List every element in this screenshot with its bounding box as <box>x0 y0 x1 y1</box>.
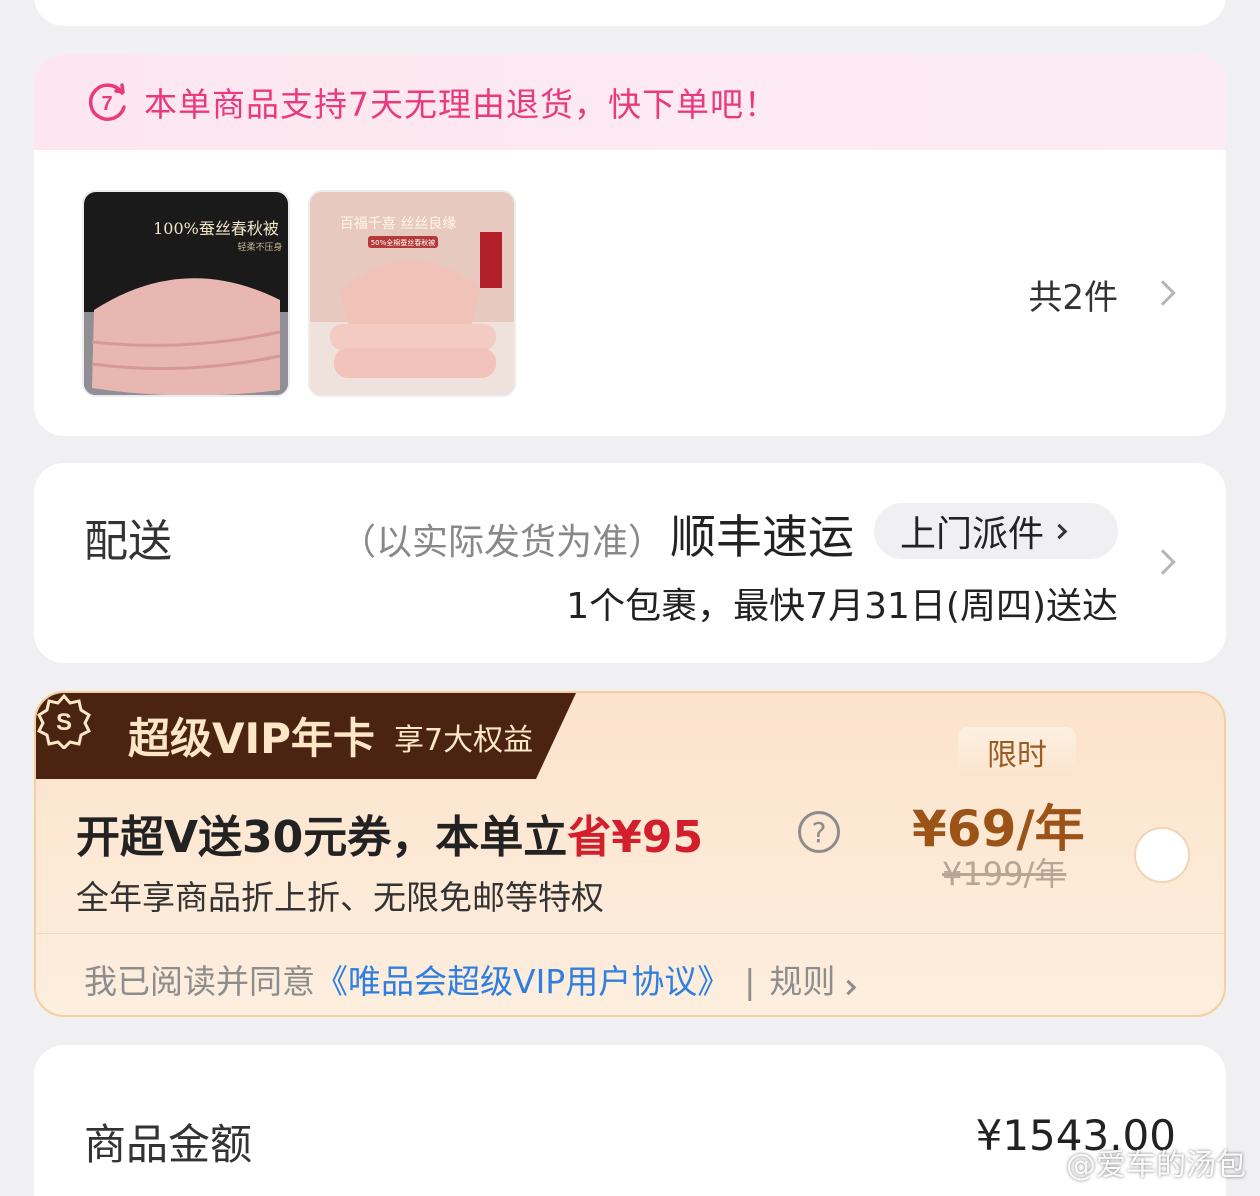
returns-banner: 7 本单商品支持7天无理由退货，快下单吧！ <box>34 54 1226 150</box>
vip-savings: 省¥95 <box>567 812 704 863</box>
vip-headline-text: 开超V送30元券，本单立 <box>76 812 568 863</box>
goods-amount-label: 商品金额 <box>84 1120 253 1169</box>
vip-headline: 开超V送30元券，本单立省¥95 <box>76 801 703 865</box>
vip-title: 超级VIP年卡 <box>128 714 375 763</box>
rules-link[interactable]: 规则 <box>769 962 835 1001</box>
svg-text:7: 7 <box>101 93 112 115</box>
goods-card[interactable]: 7 本单商品支持7天无理由退货，快下单吧！ 100%蚕丝春秋被 轻柔不压身 百福… <box>34 54 1226 436</box>
separator: | <box>744 962 756 1001</box>
vip-header: S 超级VIP年卡 享7大权益 <box>36 693 576 779</box>
divider <box>36 933 1224 934</box>
pickup-option-button[interactable]: 上门派件 <box>874 503 1118 559</box>
previous-card <box>34 0 1226 26</box>
vip-original-price: ¥199/年 <box>942 855 1067 893</box>
vip-agreement-link[interactable]: 《唯品会超级VIP用户协议》 <box>315 962 730 1001</box>
seven-day-return-icon: 7 <box>88 83 126 121</box>
svg-text:S: S <box>56 709 72 736</box>
goods-thumb-1[interactable]: 100%蚕丝春秋被 轻柔不压身 <box>82 190 290 397</box>
vip-subtitle: 享7大权益 <box>394 723 534 758</box>
delivery-carrier: 顺丰速运 <box>670 510 854 564</box>
vip-description: 全年享商品折上折、无限免邮等特权 <box>76 878 604 917</box>
vip-offer-card[interactable]: S 超级VIP年卡 享7大权益 限时 开超V送30元券，本单立省¥95 ? ¥6… <box>34 691 1226 1017</box>
goods-thumbnails[interactable]: 100%蚕丝春秋被 轻柔不压身 百福千喜 丝丝良缘 50%全棉蚕丝春秋被 <box>82 190 516 397</box>
goods-thumb-2-text: 百福千喜 丝丝良缘 <box>340 216 456 232</box>
goods-thumb-1-text: 100%蚕丝春秋被 <box>153 219 279 238</box>
chevron-right-icon[interactable] <box>1150 280 1176 306</box>
limited-time-tag: 限时 <box>958 727 1076 777</box>
chevron-right-icon[interactable] <box>1150 549 1176 575</box>
goods-thumb-2-subtext: 50%全棉蚕丝春秋被 <box>371 238 436 247</box>
delivery-note: （以实际发货为准） <box>340 522 665 563</box>
pickup-option-label: 上门派件 <box>900 514 1045 555</box>
help-icon[interactable]: ? <box>798 811 840 853</box>
goods-thumb-1-subtext: 轻柔不压身 <box>237 241 282 253</box>
vip-agreement: 我已阅读并同意《唯品会超级VIP用户协议》 | 规则 <box>84 955 857 1003</box>
goods-count[interactable]: 共2件 <box>1028 270 1118 319</box>
chevron-right-icon <box>1051 523 1068 539</box>
delivery-eta: 1个包裹，最快7月31日(周四)送达 <box>566 586 1118 627</box>
chevron-right-icon <box>841 979 857 996</box>
vip-select-radio[interactable] <box>1134 827 1190 883</box>
goods-thumb-2[interactable]: 百福千喜 丝丝良缘 50%全棉蚕丝春秋被 <box>308 190 516 397</box>
amount-card: 商品金额 ¥1543.00 <box>34 1045 1226 1196</box>
delivery-label: 配送 <box>84 516 172 567</box>
delivery-card[interactable]: 配送 （以实际发货为准） 顺丰速运 上门派件 1个包裹，最快7月31日(周四)送… <box>34 463 1226 663</box>
agree-prefix: 我已阅读并同意 <box>84 962 315 1001</box>
returns-banner-text: 本单商品支持7天无理由退货，快下单吧！ <box>144 85 778 124</box>
watermark: @爱车的汤包 <box>1066 1148 1246 1183</box>
vip-badge-icon: S <box>36 693 92 749</box>
